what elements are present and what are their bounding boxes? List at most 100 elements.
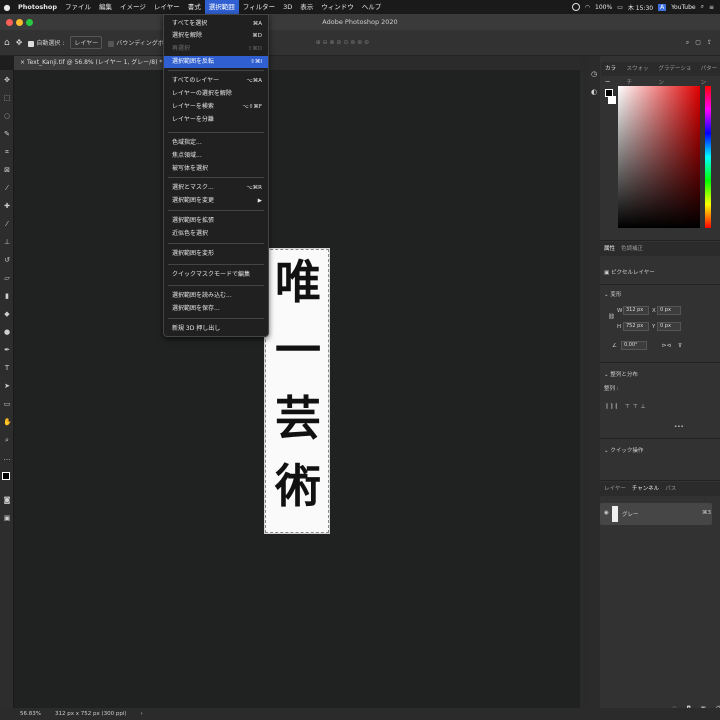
menu-item[interactable]: 選択範囲を保存... bbox=[164, 303, 268, 315]
search-icon[interactable]: ⌕ bbox=[686, 39, 689, 47]
menu-select[interactable]: 選択範囲 bbox=[204, 0, 239, 14]
frame-tool-icon[interactable]: ⊠ bbox=[3, 166, 11, 174]
menu-item[interactable]: すべてのレイヤー ⌥⌘A bbox=[164, 75, 268, 87]
tab-paths[interactable]: パス bbox=[665, 482, 676, 496]
background-color-swatch[interactable] bbox=[608, 96, 616, 104]
stamp-tool-icon[interactable]: ⊥ bbox=[3, 238, 11, 246]
menu-photoshop[interactable]: Photoshop bbox=[14, 0, 61, 14]
tab-swatches[interactable]: スウォッチ bbox=[627, 62, 653, 86]
eyedropper-tool-icon[interactable]: ⁄ bbox=[3, 184, 11, 192]
close-tab-icon[interactable]: × bbox=[20, 59, 27, 66]
y-field[interactable]: 0 px bbox=[657, 322, 681, 331]
menu-file[interactable]: ファイル bbox=[61, 0, 95, 14]
dodge-tool-icon[interactable]: ● bbox=[3, 328, 11, 336]
tab-properties[interactable]: 属性 bbox=[604, 242, 615, 256]
minimize-window-button[interactable] bbox=[16, 19, 23, 26]
layer-mode-select[interactable]: レイヤー bbox=[70, 36, 103, 49]
crop-tool-icon[interactable]: ⌗ bbox=[3, 148, 11, 156]
workspace-icon[interactable]: ▢ bbox=[695, 39, 701, 46]
menu-item[interactable]: すべてを選択 ⌘A bbox=[164, 18, 268, 30]
more-tools-icon[interactable]: … bbox=[3, 454, 11, 462]
menu-item[interactable]: 選択範囲を変形 bbox=[164, 248, 268, 260]
angle-field[interactable]: 0.00° bbox=[621, 341, 647, 350]
history-panel-icon[interactable]: ◷ bbox=[590, 70, 598, 78]
menu-item[interactable]: 焦点領域... bbox=[164, 150, 268, 162]
blur-tool-icon[interactable]: ◆ bbox=[3, 310, 11, 318]
zoom-tool-icon[interactable]: ⌕ bbox=[3, 436, 11, 444]
move-tool-icon[interactable]: ✥ bbox=[3, 76, 11, 84]
align-section-title[interactable]: ⌄ 整列と分布 bbox=[604, 370, 638, 378]
hue-slider[interactable] bbox=[705, 86, 711, 228]
close-window-button[interactable] bbox=[6, 19, 13, 26]
color-picker-field[interactable] bbox=[618, 86, 700, 228]
tab-gradients[interactable]: グラデーション bbox=[658, 62, 694, 86]
brush-tool-icon[interactable]: ⁄ bbox=[3, 220, 11, 228]
menu-item[interactable]: 選択を解除 ⌘D bbox=[164, 30, 268, 42]
x-field[interactable]: 0 px bbox=[657, 306, 681, 315]
vertical-scrollbar[interactable] bbox=[580, 56, 588, 708]
tab-color[interactable]: カラー bbox=[605, 62, 621, 86]
menu-item[interactable]: クイックマスクモードで編集 bbox=[164, 269, 268, 281]
menu-window[interactable]: ウィンドウ bbox=[317, 0, 358, 14]
gradient-tool-icon[interactable]: ▮ bbox=[3, 292, 11, 300]
tab-channels[interactable]: チャンネル bbox=[632, 482, 659, 496]
screen-mode-icon[interactable]: ▣ bbox=[3, 514, 11, 522]
menu-item[interactable]: レイヤーを分離 bbox=[164, 114, 268, 126]
width-field[interactable]: 312 px bbox=[623, 306, 649, 315]
align-buttons[interactable]: ⫿⫿⫿ ⊤⊤⊥ bbox=[606, 404, 648, 411]
status-chevron-icon[interactable]: › bbox=[141, 708, 143, 720]
menu-type[interactable]: 書式 bbox=[184, 0, 205, 14]
lasso-tool-icon[interactable]: ◌ bbox=[3, 112, 11, 120]
menu-item[interactable]: レイヤーを検索 ⌥⇧⌘F bbox=[164, 101, 268, 113]
search-icon[interactable]: ⌕ bbox=[701, 3, 704, 11]
tab-layers[interactable]: レイヤー bbox=[604, 482, 626, 496]
document-canvas[interactable]: 唯 一 芸 術 bbox=[264, 248, 330, 534]
visibility-eye-icon[interactable]: ◉ bbox=[604, 510, 609, 516]
menu-item[interactable]: 新規 3D 押し出し bbox=[164, 323, 268, 335]
menu-3d[interactable]: 3D bbox=[279, 0, 296, 14]
zoom-level[interactable]: 56.83% bbox=[20, 708, 41, 720]
flip-vertical-icon[interactable]: ⊽ bbox=[678, 343, 682, 349]
type-tool-icon[interactable]: T bbox=[3, 364, 11, 372]
quick-actions-title[interactable]: ⌄ クイック操作 bbox=[604, 446, 643, 454]
menu-item[interactable]: レイヤーの選択を解除 bbox=[164, 88, 268, 100]
align-icons[interactable]: ⊕ ⊖ ⊗ ⊘ ⊙ ⊚ ⊛ ⊜ bbox=[316, 39, 370, 46]
move-tool-icon[interactable]: ✥ bbox=[16, 38, 23, 47]
menu-view[interactable]: 表示 bbox=[296, 0, 317, 14]
share-icon[interactable]: ⇪ bbox=[707, 39, 712, 46]
menu-item[interactable]: 近似色を選択 bbox=[164, 228, 268, 240]
creative-cloud-icon[interactable] bbox=[571, 3, 580, 11]
adjustments-panel-icon[interactable]: ◐ bbox=[590, 88, 598, 96]
clock[interactable]: 木 15:30 bbox=[628, 3, 653, 12]
menu-help[interactable]: ヘルプ bbox=[358, 0, 386, 14]
active-app-label[interactable]: YouTube bbox=[671, 4, 695, 11]
battery-icon[interactable]: ▭ bbox=[617, 4, 623, 11]
eraser-tool-icon[interactable]: ▱ bbox=[3, 274, 11, 282]
pen-tool-icon[interactable]: ✒ bbox=[3, 346, 11, 354]
transform-section-title[interactable]: ⌄ 変形 bbox=[604, 290, 621, 298]
flip-horizontal-icon[interactable]: ⊳⊲ bbox=[662, 343, 671, 349]
menu-item[interactable]: 選択範囲を拡張 bbox=[164, 215, 268, 227]
history-brush-tool-icon[interactable]: ↺ bbox=[3, 256, 11, 264]
apple-icon[interactable]: ● bbox=[0, 3, 14, 12]
document-tab[interactable]: × Text_Kanji.tif @ 56.8% (レイヤー 1, グレー/8)… bbox=[14, 56, 169, 70]
menu-item[interactable]: 選択範囲を反転 ⇧⌘I bbox=[164, 56, 268, 68]
home-icon[interactable]: ⌂ bbox=[4, 38, 10, 48]
menu-item[interactable]: 選択範囲を変更 ▶ bbox=[164, 195, 268, 207]
path-select-tool-icon[interactable]: ➤ bbox=[3, 382, 11, 390]
menu-item[interactable]: 被写体を選択 bbox=[164, 163, 268, 175]
tab-patterns[interactable]: パターン bbox=[701, 62, 720, 86]
height-field[interactable]: 752 px bbox=[623, 322, 649, 331]
menu-edit[interactable]: 編集 bbox=[95, 0, 116, 14]
menu-layer[interactable]: レイヤー bbox=[150, 0, 184, 14]
menu-item[interactable]: 選択とマスク... ⌥⌘R bbox=[164, 182, 268, 194]
more-options-icon[interactable]: ••• bbox=[674, 424, 684, 430]
auto-select-checkbox[interactable]: 自動選択 : bbox=[28, 38, 64, 47]
marquee-tool-icon[interactable]: ⬚ bbox=[3, 94, 11, 102]
tab-adjustments[interactable]: 色調補正 bbox=[621, 242, 643, 256]
menu-image[interactable]: イメージ bbox=[116, 0, 150, 14]
menu-list-icon[interactable]: ≡ bbox=[709, 4, 714, 11]
menu-item[interactable]: 色域指定... bbox=[164, 137, 268, 149]
hand-tool-icon[interactable]: ✋ bbox=[3, 418, 12, 426]
menu-item[interactable]: 選択範囲を読み込む... bbox=[164, 290, 268, 302]
